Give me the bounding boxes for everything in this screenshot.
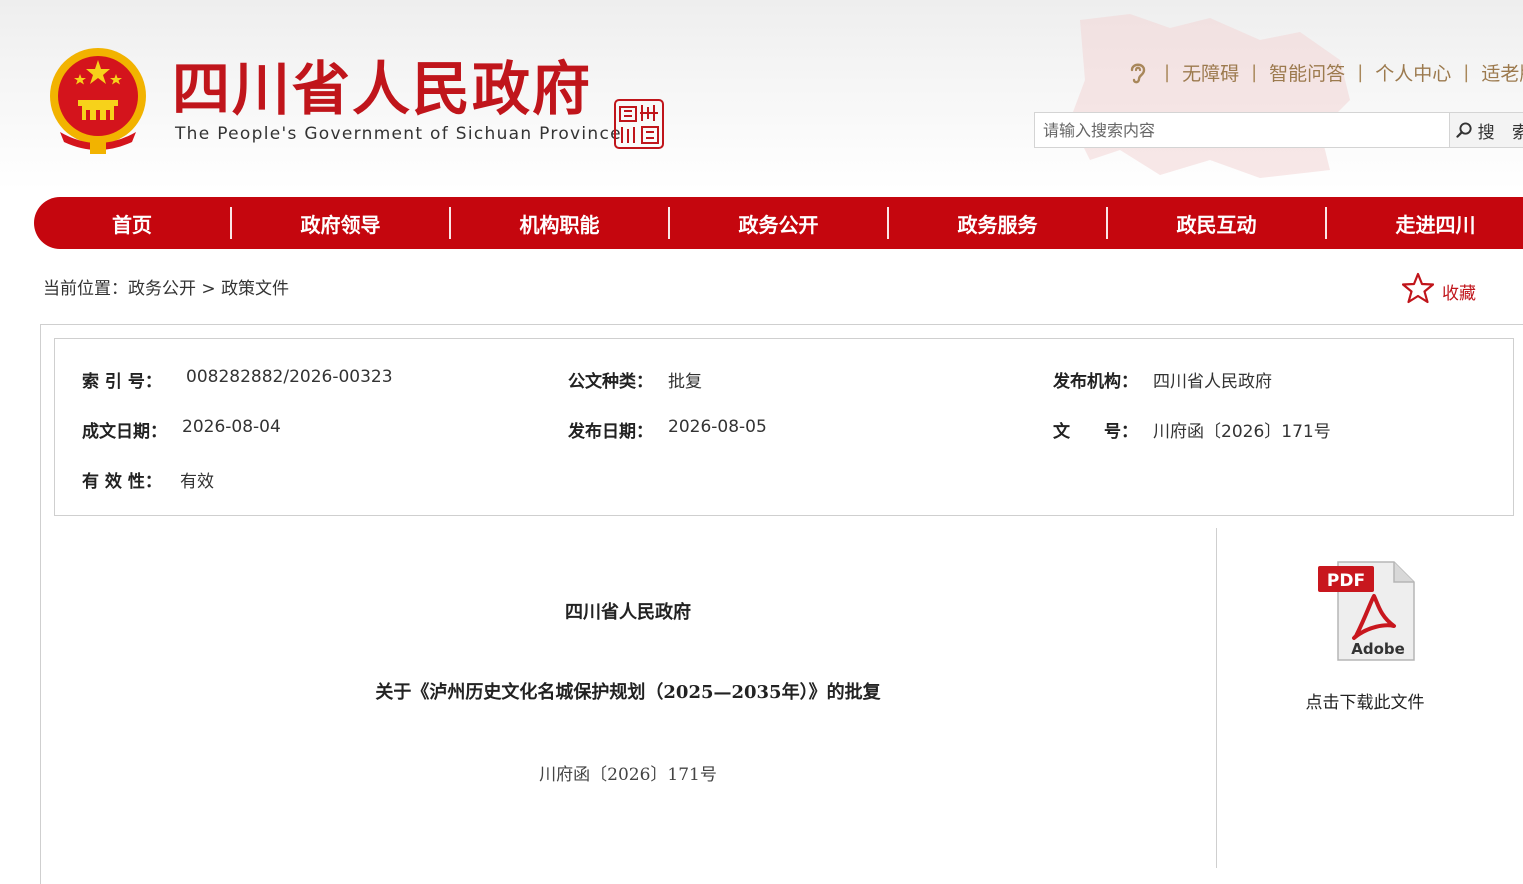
- national-emblem-logo: [50, 48, 146, 154]
- nav-divider: [230, 207, 232, 239]
- nav-item-about-sichuan[interactable]: 走进四川: [1327, 197, 1523, 249]
- pdf-icon-text: PDF: [1327, 571, 1365, 591]
- favorite-button[interactable]: 收藏: [1402, 272, 1476, 304]
- document-metadata: 索 引 号： 008282882/2026-00323 公文种类： 批复 发布机…: [54, 338, 1514, 516]
- publish-date-label: 发布日期：: [568, 422, 653, 442]
- accessibility-link[interactable]: 无障碍: [1182, 59, 1239, 86]
- validity-label: 有 效 性：: [82, 472, 162, 492]
- favorite-label: 收藏: [1442, 283, 1476, 304]
- smart-qa-link[interactable]: 智能问答: [1269, 59, 1345, 86]
- nav-item-functions[interactable]: 机构职能: [451, 197, 668, 249]
- search-button-label: 搜 索: [1477, 122, 1523, 143]
- validity-value: 有效: [180, 472, 214, 492]
- nav-divider: [668, 207, 670, 239]
- link-separator: |: [1357, 61, 1364, 83]
- link-separator: |: [1164, 61, 1171, 83]
- site-subtitle: The People's Government of Sichuan Provi…: [175, 124, 622, 144]
- search-icon: [1456, 122, 1472, 138]
- written-date-label: 成文日期：: [82, 422, 167, 442]
- breadcrumb-item-open-government[interactable]: 政务公开: [128, 279, 196, 299]
- star-icon: [1402, 272, 1434, 304]
- sidebar-divider: [1216, 528, 1217, 868]
- doc-number-value: 川府函〔2026〕171号: [1153, 422, 1331, 442]
- index-number-label: 索 引 号：: [82, 372, 162, 392]
- search-button[interactable]: 搜 索: [1449, 113, 1523, 147]
- download-label[interactable]: 点击下载此文件: [1290, 688, 1440, 713]
- sichuan-seal-logo: [614, 99, 664, 149]
- document-title: 关于《泸州历史文化名城保护规划（2025—2035年）》的批复: [375, 682, 881, 703]
- nav-item-leaders[interactable]: 政府领导: [232, 197, 449, 249]
- index-number-value: 008282882/2026-00323: [186, 367, 393, 387]
- link-separator: |: [1463, 61, 1470, 83]
- sichuan-map-watermark: [1070, 14, 1350, 178]
- breadcrumb-prefix: 当前位置：: [43, 279, 128, 299]
- site-title[interactable]: 四川省人民政府: [172, 54, 592, 124]
- document-number: 川府函〔2026〕171号: [539, 765, 717, 785]
- nav-divider: [449, 207, 451, 239]
- pdf-file-icon: PDF Adobe: [1318, 561, 1415, 661]
- site-header: 四川省人民政府 The People's Government of Sichu…: [0, 0, 1523, 190]
- publish-date-value: 2026-08-05: [668, 417, 767, 437]
- breadcrumb: 当前位置：政务公开 > 政策文件: [43, 274, 289, 299]
- nav-item-interaction[interactable]: 政民互动: [1108, 197, 1325, 249]
- written-date-value: 2026-08-04: [182, 417, 281, 437]
- ear-icon[interactable]: [1124, 58, 1152, 86]
- nav-item-services[interactable]: 政务服务: [889, 197, 1106, 249]
- doc-number-label: 文 号：: [1053, 422, 1138, 442]
- adobe-icon-text: Adobe: [1351, 640, 1405, 658]
- issuer-value: 四川省人民政府: [1153, 372, 1272, 392]
- search-input[interactable]: [1035, 113, 1449, 147]
- main-nav: 首页 政府领导 机构职能 政务公开 政务服务 政民互动 走进四川: [34, 197, 1523, 249]
- nav-item-home[interactable]: 首页: [34, 197, 230, 249]
- search-box: 搜 索: [1034, 112, 1523, 148]
- nav-divider: [1106, 207, 1108, 239]
- doc-type-value: 批复: [668, 372, 702, 392]
- doc-type-label: 公文种类：: [568, 372, 653, 392]
- breadcrumb-item-policy-docs[interactable]: 政策文件: [221, 279, 289, 299]
- nav-item-open-government[interactable]: 政务公开: [670, 197, 887, 249]
- issuer-label: 发布机构：: [1053, 372, 1138, 392]
- nav-divider: [887, 207, 889, 239]
- breadcrumb-separator: >: [196, 279, 222, 299]
- link-separator: |: [1251, 61, 1258, 83]
- document-issuer: 四川省人民政府: [565, 602, 691, 623]
- elderly-mode-link[interactable]: 适老版: [1481, 59, 1523, 86]
- nav-divider: [1325, 207, 1327, 239]
- top-utility-links: | 无障碍 | 智能问答 | 个人中心 | 适老版: [1124, 56, 1523, 88]
- personal-center-link[interactable]: 个人中心: [1375, 59, 1451, 86]
